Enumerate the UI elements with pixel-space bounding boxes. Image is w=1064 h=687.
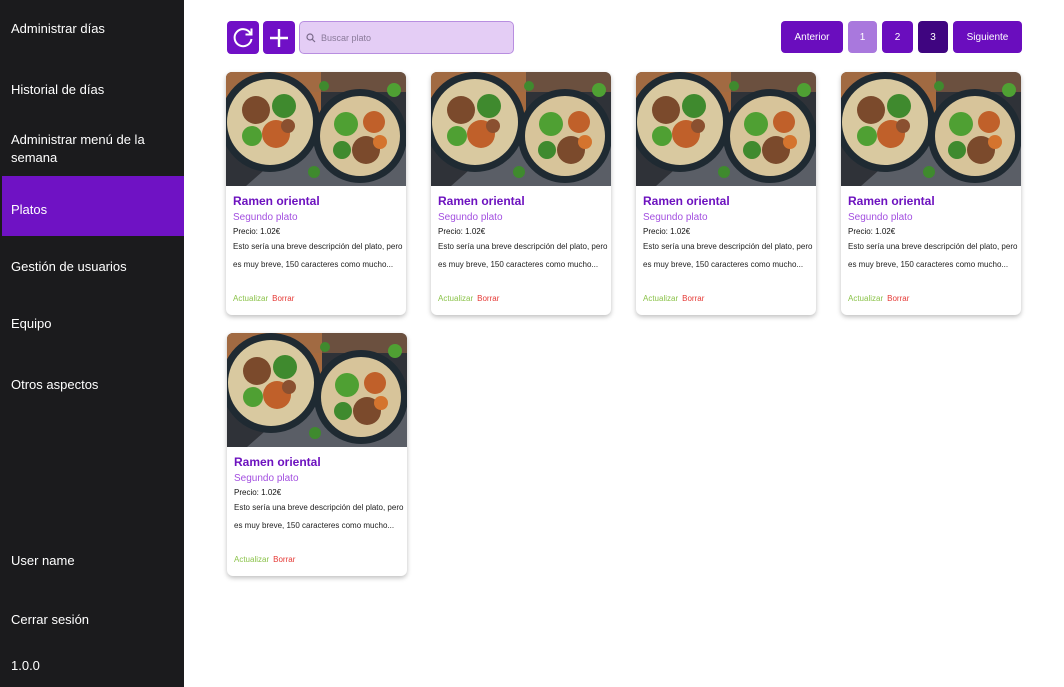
sidebar-item-administrar-dias[interactable]: Administrar días xyxy=(0,20,184,38)
sidebar-item-gestion-de-usuarios[interactable]: Gestión de usuarios xyxy=(0,258,184,276)
dish-card: Ramen oriental Segundo plato Precio: 1.0… xyxy=(431,72,611,315)
prev-page-button[interactable]: Anterior xyxy=(781,21,843,53)
dish-card: Ramen oriental Segundo plato Precio: 1.0… xyxy=(226,72,406,315)
dish-name: Ramen oriental xyxy=(438,194,525,208)
logout-label: Cerrar sesión xyxy=(11,612,90,627)
dish-actions: Actualizar Borrar xyxy=(233,294,294,303)
dish-photo xyxy=(227,333,407,447)
search-input[interactable] xyxy=(321,32,501,43)
sidebar-item-historial-de-dias[interactable]: Historial de días xyxy=(0,81,184,99)
dish-photo xyxy=(636,72,816,186)
plus-icon xyxy=(270,28,288,47)
delete-link[interactable]: Borrar xyxy=(477,294,499,303)
delete-link[interactable]: Borrar xyxy=(273,555,295,564)
search-box[interactable] xyxy=(299,21,514,54)
delete-link[interactable]: Borrar xyxy=(682,294,704,303)
refresh-icon xyxy=(233,27,253,47)
page-2-button[interactable]: 2 xyxy=(882,21,913,53)
dish-category: Segundo plato xyxy=(643,212,708,223)
price-label: Precio: xyxy=(438,227,463,236)
dish-actions: Actualizar Borrar xyxy=(848,294,909,303)
logout-button[interactable]: Cerrar sesión xyxy=(0,611,184,629)
update-link[interactable]: Actualizar xyxy=(233,294,268,303)
next-page-button[interactable]: Siguiente xyxy=(953,21,1022,53)
sidebar-item-equipo[interactable]: Equipo xyxy=(0,315,184,333)
dish-name: Ramen oriental xyxy=(234,455,321,469)
sidebar: Administrar días Historial de días Admin… xyxy=(0,0,184,687)
dish-description: Esto sería una breve descripción del pla… xyxy=(233,242,403,269)
dish-price-row: Precio: 1.02€ xyxy=(438,227,485,236)
dish-category: Segundo plato xyxy=(438,212,503,223)
sidebar-item-administrar-menu-semana[interactable]: Administrar menú de la semana xyxy=(0,131,184,167)
delete-link[interactable]: Borrar xyxy=(272,294,294,303)
update-link[interactable]: Actualizar xyxy=(643,294,678,303)
dish-actions: Actualizar Borrar xyxy=(234,555,295,564)
dish-photo xyxy=(431,72,611,186)
sidebar-item-label: Gestión de usuarios xyxy=(11,259,127,274)
app-version: 1.0.0 xyxy=(0,657,184,675)
dish-actions: Actualizar Borrar xyxy=(643,294,704,303)
dish-price-row: Precio: 1.02€ xyxy=(233,227,280,236)
version-label: 1.0.0 xyxy=(11,658,40,673)
dish-name: Ramen oriental xyxy=(233,194,320,208)
update-link[interactable]: Actualizar xyxy=(438,294,473,303)
sidebar-item-label: Platos xyxy=(11,202,48,217)
user-name[interactable]: User name xyxy=(0,552,184,570)
user-name-label: User name xyxy=(11,553,75,568)
dish-card: Ramen oriental Segundo plato Precio: 1.0… xyxy=(841,72,1021,315)
sidebar-item-platos[interactable]: Platos xyxy=(2,176,184,236)
price-value: 1.02€ xyxy=(875,227,896,236)
update-link[interactable]: Actualizar xyxy=(234,555,269,564)
dish-photo xyxy=(841,72,1021,186)
dish-price-row: Precio: 1.02€ xyxy=(234,488,281,497)
dish-price-row: Precio: 1.02€ xyxy=(848,227,895,236)
sidebar-item-label: Otros aspectos xyxy=(11,377,99,392)
page-3-button[interactable]: 3 xyxy=(918,21,948,53)
sidebar-item-otros-aspectos[interactable]: Otros aspectos xyxy=(0,376,184,394)
dish-photo xyxy=(226,72,406,186)
dish-category: Segundo plato xyxy=(233,212,298,223)
dish-card: Ramen oriental Segundo plato Precio: 1.0… xyxy=(636,72,816,315)
delete-link[interactable]: Borrar xyxy=(887,294,909,303)
dish-description: Esto sería una breve descripción del pla… xyxy=(643,242,813,269)
dish-actions: Actualizar Borrar xyxy=(438,294,499,303)
price-value: 1.02€ xyxy=(261,488,282,497)
sidebar-item-label: Historial de días xyxy=(11,82,105,97)
add-dish-button[interactable] xyxy=(263,21,295,54)
price-value: 1.02€ xyxy=(260,227,281,236)
dish-price-row: Precio: 1.02€ xyxy=(643,227,690,236)
price-value: 1.02€ xyxy=(670,227,691,236)
refresh-button[interactable] xyxy=(227,21,259,54)
dish-card: Ramen oriental Segundo plato Precio: 1.0… xyxy=(227,333,407,576)
dish-description: Esto sería una breve descripción del pla… xyxy=(234,503,404,530)
page-1-button[interactable]: 1 xyxy=(848,21,877,53)
update-link[interactable]: Actualizar xyxy=(848,294,883,303)
dish-category: Segundo plato xyxy=(234,473,299,484)
dish-description: Esto sería una breve descripción del pla… xyxy=(438,242,608,269)
app-root: Administrar días Historial de días Admin… xyxy=(0,0,1064,687)
price-label: Precio: xyxy=(234,488,259,497)
sidebar-item-label: Equipo xyxy=(11,316,52,331)
dish-category: Segundo plato xyxy=(848,212,913,223)
price-value: 1.02€ xyxy=(465,227,486,236)
price-label: Precio: xyxy=(848,227,873,236)
price-label: Precio: xyxy=(643,227,668,236)
price-label: Precio: xyxy=(233,227,258,236)
sidebar-item-label: Administrar días xyxy=(11,21,105,36)
search-icon xyxy=(306,32,316,42)
dish-description: Esto sería una breve descripción del pla… xyxy=(848,242,1018,269)
dish-name: Ramen oriental xyxy=(643,194,730,208)
dish-name: Ramen oriental xyxy=(848,194,935,208)
sidebar-item-label: Administrar menú de la semana xyxy=(11,132,145,165)
